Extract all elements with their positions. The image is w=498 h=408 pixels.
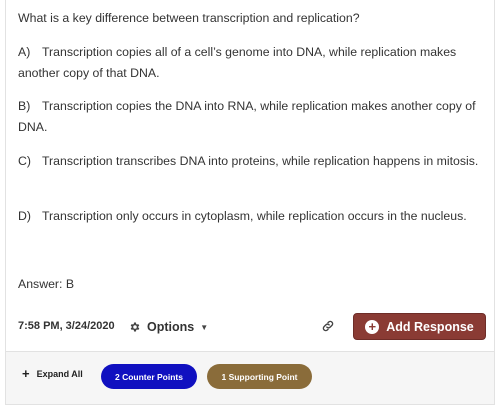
counter-points-button[interactable]: 2 Counter Points [101,364,197,389]
question-text: What is a key difference between transcr… [18,11,360,25]
option-d: D) Transcription only occurs in cytoplasm… [18,206,488,227]
option-text: Transcription only occurs in cytoplasm, … [42,209,467,223]
timestamp: 7:58 PM, 3/24/2020 [18,320,115,332]
option-letter: B) [18,99,31,113]
expand-all-button[interactable]: + Expand All [22,366,83,381]
options-label: Options [147,320,195,334]
add-response-button[interactable]: + Add Response [353,313,486,340]
option-c: C) Transcription transcribes DNA into pro… [18,151,488,172]
option-text: Transcription copies all of a cell’s gen… [18,45,457,80]
option-letter: C) [18,154,31,168]
gear-icon [130,322,140,332]
option-letter: A) [18,45,31,59]
expand-all-label: Expand All [36,369,83,379]
caret-down-icon: ▼ [200,322,209,332]
supporting-point-button[interactable]: 1 Supporting Point [207,364,312,389]
option-b: B) Transcription copies the DNA into RNA,… [18,96,488,138]
option-text: Transcription transcribes DNA into prote… [42,154,479,168]
options-dropdown[interactable]: Options ▼ [129,317,208,337]
plus-icon: + [22,366,30,381]
argument-card: What is a key difference between transcr… [5,0,495,405]
answer-text: Answer: B [18,277,75,291]
plus-circle-icon: + [365,319,380,334]
add-response-label: Add Response [386,319,474,334]
link-icon[interactable] [321,319,335,333]
footer-row: + Expand All 2 Counter Points 1 Supporti… [6,352,494,404]
option-text: Transcription copies the DNA into RNA, w… [18,99,476,134]
option-a: A) Transcription copies all of a cell’s g… [18,42,488,84]
option-letter: D) [18,209,31,223]
meta-row: 7:58 PM, 3/24/2020 Options ▼ + Add Respo… [6,312,494,342]
